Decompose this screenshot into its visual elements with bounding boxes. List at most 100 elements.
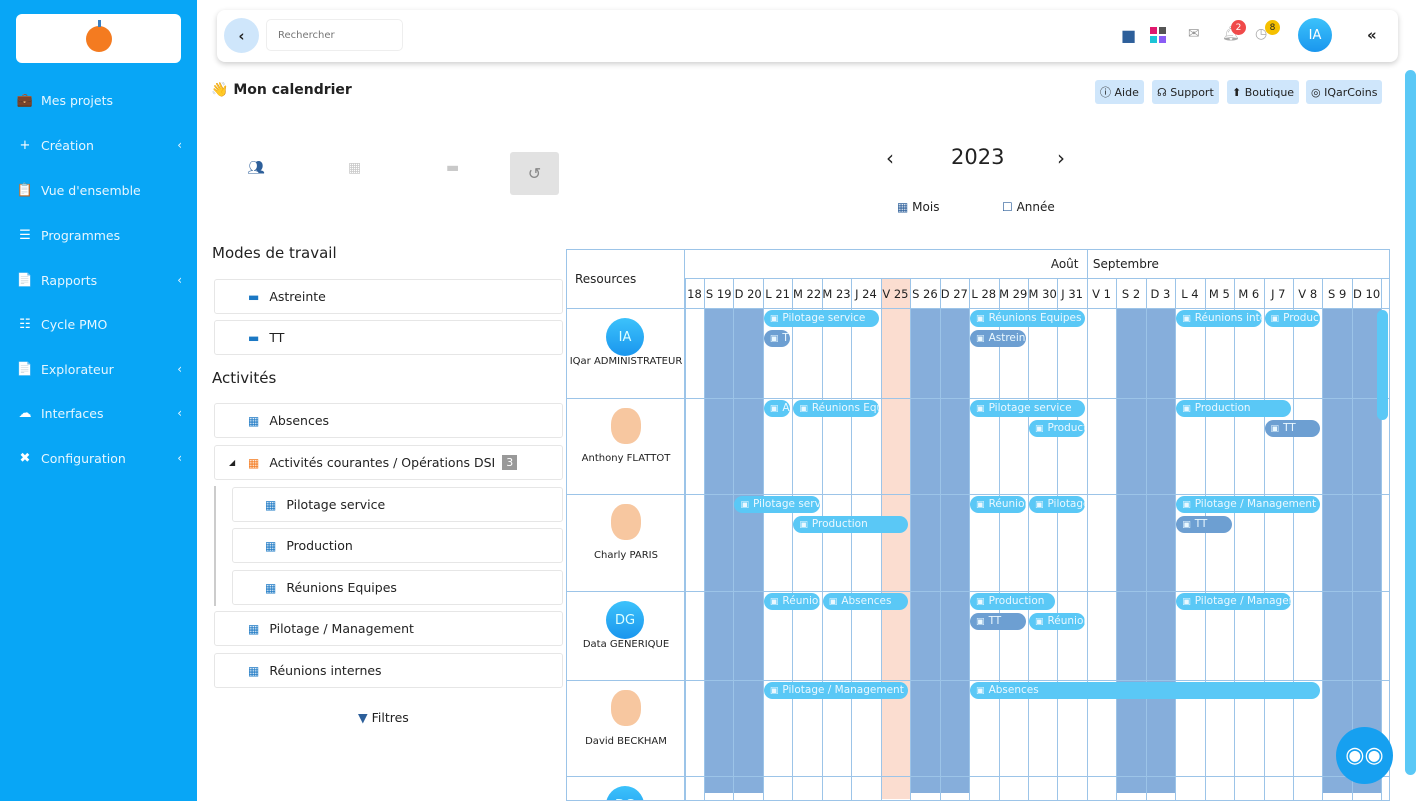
day-divider [1116,279,1118,800]
day-header: M 23 [822,287,851,301]
briefcase-icon: 💼 [16,92,34,108]
chat-icon[interactable]: ■ [1121,26,1136,45]
sidebar-item-programmes[interactable]: ☰ Programmes [16,223,186,247]
activity-item[interactable]: ◢ ▦ Activités courantes / Opérations DSI 3 [214,445,563,480]
sidebar: 💼 Mes projets + Création ‹ 📋 Vue d'ensemble ☰ Pr… [0,0,197,801]
calendar-event[interactable]: ▣Réunions Equipes [970,496,1026,513]
year-view-button[interactable]: ☐ Année [1002,200,1055,214]
sidebar-item-vue-d-ensemble[interactable]: 📋 Vue d'ensemble [16,178,186,202]
collapse-icon[interactable]: « [1367,26,1377,44]
calendar-event[interactable]: ▣Production [1028,420,1085,437]
activity-item[interactable]: ▦ Pilotage service [232,487,563,522]
day-divider [1175,279,1177,800]
calendar-event[interactable]: ▣Production [970,593,1056,610]
day-divider [1234,279,1236,800]
view-team-icon[interactable]: 👥︎ [247,160,265,176]
calendar-icon: ▣ [1034,617,1044,627]
calendar-icon: ▣ [976,500,985,510]
mode-item[interactable]: ▬ TT [214,320,563,355]
logo[interactable] [16,14,181,63]
calendar-icon: ▣ [976,404,985,414]
count-badge: 3 [502,455,518,470]
mode-item[interactable]: ▬ Astreinte [214,279,563,314]
activity-item[interactable]: ▦ Absences [214,403,563,438]
chevron-left-icon: ‹ [177,138,182,152]
shop-button[interactable]: ⬆ Boutique [1227,80,1300,104]
calendar-icon: ▣ [976,314,985,324]
prev-year-button[interactable]: ‹ [886,146,894,170]
sidebar-item-interfaces[interactable]: ☁ Interfaces ‹ [16,401,186,425]
calendar-icon: ▣ [799,404,808,414]
calendar-icon: ▦ [248,413,260,428]
calendar-event[interactable]: ▣Production [793,516,909,533]
user-avatar[interactable]: IA [1298,18,1332,52]
calendar-event[interactable]: ▣Pilotage / Management [1176,496,1321,513]
calendar-event[interactable]: ▣Pilotage service [1028,496,1085,513]
sidebar-item-cr-ation[interactable]: + Création ‹ [16,133,186,157]
back-button[interactable]: ‹ [224,18,259,53]
coins-button[interactable]: ◎ IQarCoins [1306,80,1383,104]
day-header: S 2 [1121,287,1141,301]
mail-icon[interactable]: ✉ [1188,26,1200,42]
support-button[interactable]: ☊ Support [1152,80,1219,104]
calendar-event[interactable]: ▣Pilotage / Management [763,682,909,699]
activity-item[interactable]: ▦ Pilotage / Management [214,611,563,646]
calendar-event[interactable]: ▣Absences [763,400,791,417]
calendar-event[interactable]: ▣TT [1176,516,1233,533]
sidebar-item-rapports[interactable]: 📄 Rapports ‹ [16,268,186,292]
calendar-event[interactable]: ▣Absences [970,682,1321,699]
filters-button[interactable]: ▼ Filtres [358,710,409,725]
sidebar-item-cycle-pmo[interactable]: ☷ Cycle PMO [16,312,186,336]
reset-button[interactable]: ↺ [510,152,559,195]
page-scrollbar[interactable] [1405,70,1416,775]
sidebar-item-explorateur[interactable]: 📄 Explorateur ‹ [16,357,186,381]
calendar-event[interactable]: ▣Pilotage / Management [1176,593,1291,610]
day-divider [969,279,971,800]
calendar-event[interactable]: ▣TT [763,330,791,347]
calendar-event[interactable]: ▣TT [1264,420,1321,437]
day-divider [1027,279,1029,800]
search-input[interactable] [266,19,403,51]
activity-item[interactable]: ▦ Réunions Equipes [232,570,563,605]
sidebar-item-label: Rapports [41,272,98,288]
activity-item[interactable]: ▦ Production [232,528,563,563]
calendar-event[interactable]: ▣Pilotage service [970,400,1085,417]
day-header: L 21 [765,287,790,301]
apps-grid-icon[interactable] [1150,27,1166,43]
activity-item[interactable]: ▦ Réunions internes [214,653,563,688]
day-divider [1145,279,1147,800]
caret-down-icon[interactable]: ◢ [229,458,235,467]
file-icon: 📄 [16,272,34,288]
day-header: J 31 [1061,287,1083,301]
calendar-event[interactable]: ▣Production [1264,310,1321,327]
calendar-event[interactable]: ▣Réunions Equipes [970,310,1085,327]
calendar-event[interactable]: ▣Réunions Equipes [1028,613,1085,630]
resource-name: David BECKHAM [585,736,667,747]
sidebar-item-label: Explorateur [41,361,114,377]
sidebar-item-mes-projets[interactable]: 💼 Mes projets [16,88,186,112]
plus-icon: + [19,137,31,153]
day-divider [1057,279,1059,800]
calendar-event[interactable]: ▣Astreinte [970,330,1026,347]
calendar-event[interactable]: ▣Pilotage service [763,310,879,327]
calendar-event[interactable]: ▣Absences [822,593,909,610]
view-briefcase-icon[interactable]: ▬ [446,160,459,176]
resource-name: Data GENERIQUE [582,639,670,650]
calendar-event[interactable]: ▣TT [970,613,1026,630]
tools-icon: ✖ [19,450,31,466]
calendar-event[interactable]: ▣Pilotage service [734,496,820,513]
chatbot-robot-icon[interactable]: ◉◉ [1336,727,1393,784]
next-year-button[interactable]: › [1057,146,1065,170]
help-button[interactable]: ⓘ Aide [1095,80,1144,104]
calendar-event[interactable]: ▣Réunions Equipes [763,593,820,610]
day-divider [733,279,735,800]
sidebar-item-configuration[interactable]: ✖ Configuration ‹ [16,446,186,470]
day-divider [1351,279,1353,800]
calendar-event[interactable]: ▣Réunions Equipes [793,400,879,417]
calendar-event[interactable]: ▣Réunions internes [1176,310,1262,327]
view-calendar-icon[interactable]: ▦ [348,160,361,176]
calendar-event[interactable]: ▣Production [1176,400,1291,417]
month-label: Septembre [1092,257,1159,271]
month-view-button[interactable]: ▦ Mois [897,200,939,214]
resource-avatar: DG [606,601,644,639]
